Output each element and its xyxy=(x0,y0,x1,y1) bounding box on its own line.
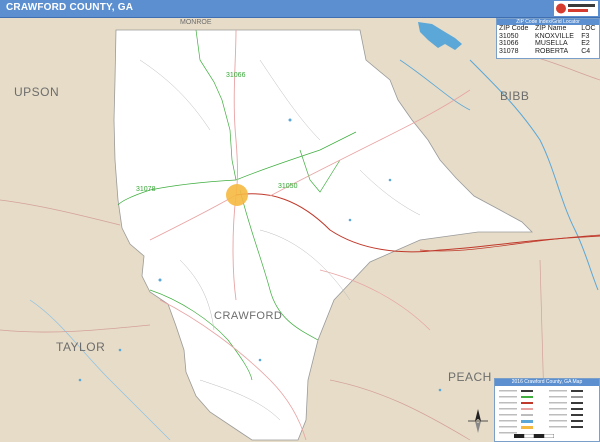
pond xyxy=(388,178,392,182)
zip-label-31066: 31066 xyxy=(226,72,246,79)
table-cell: E2 xyxy=(581,40,590,47)
pond xyxy=(78,378,82,382)
zip-table-grid: ZIP Code ZIP Name LOC 31050 KNOXVILLE F3… xyxy=(497,25,599,55)
table-header-row: ZIP Code ZIP Name LOC xyxy=(497,25,599,33)
table-cell: F3 xyxy=(581,32,590,40)
city-roberta xyxy=(226,184,248,206)
pond xyxy=(158,278,162,282)
pond xyxy=(258,358,262,362)
pond xyxy=(288,118,292,122)
table-cell: ROBERTA xyxy=(535,47,569,55)
publisher-logo-icon xyxy=(554,1,598,16)
column-header: ZIP Name xyxy=(535,25,567,32)
county-label-monroe: MONROE xyxy=(180,19,212,26)
table-row: 31078 ROBERTA C4 xyxy=(497,48,599,56)
county-label-bibb: BIBB xyxy=(500,89,530,103)
table-cell: 31078 xyxy=(499,47,519,55)
county-label-peach: PEACH xyxy=(448,370,492,384)
zip-label-31078: 31078 xyxy=(136,186,156,193)
legend-symbols-icon xyxy=(499,390,583,434)
table-cell: 31066 xyxy=(499,40,519,47)
pond xyxy=(348,218,352,222)
title-bar: CRAWFORD COUNTY, GA xyxy=(0,0,600,18)
legend-title: 2016 Crawford County, GA Map xyxy=(495,379,599,386)
table-cell: KNOXVILLE xyxy=(535,32,574,40)
table-cell: C4 xyxy=(581,47,591,55)
map-legend: 2016 Crawford County, GA Map xyxy=(494,378,600,442)
zip-label-31050: 31050 xyxy=(278,183,298,190)
pond xyxy=(118,348,122,352)
table-cell: MUSELLA xyxy=(535,40,568,47)
map-title: CRAWFORD COUNTY, GA xyxy=(6,2,134,13)
county-label-taylor: TAYLOR xyxy=(56,340,106,354)
zip-index-table: ZIP Code Index/Grid Locator ZIP Code ZIP… xyxy=(496,18,600,59)
table-row: 31066 MUSELLA E2 xyxy=(497,40,599,48)
pond xyxy=(438,388,442,392)
table-cell: 31050 xyxy=(499,32,519,40)
column-header: ZIP Code xyxy=(499,25,529,32)
county-label-upson: UPSON xyxy=(14,85,60,99)
north-arrow-icon xyxy=(468,409,488,433)
column-header: LOC xyxy=(581,25,596,32)
map-frame: CRAWFORD COUNTY, GA UPSON BIBB TAYLOR PE… xyxy=(0,0,600,442)
scale-bar-icon xyxy=(514,434,554,438)
table-row: 31050 KNOXVILLE F3 xyxy=(497,33,599,41)
county-label-crawford: CRAWFORD xyxy=(214,310,283,322)
